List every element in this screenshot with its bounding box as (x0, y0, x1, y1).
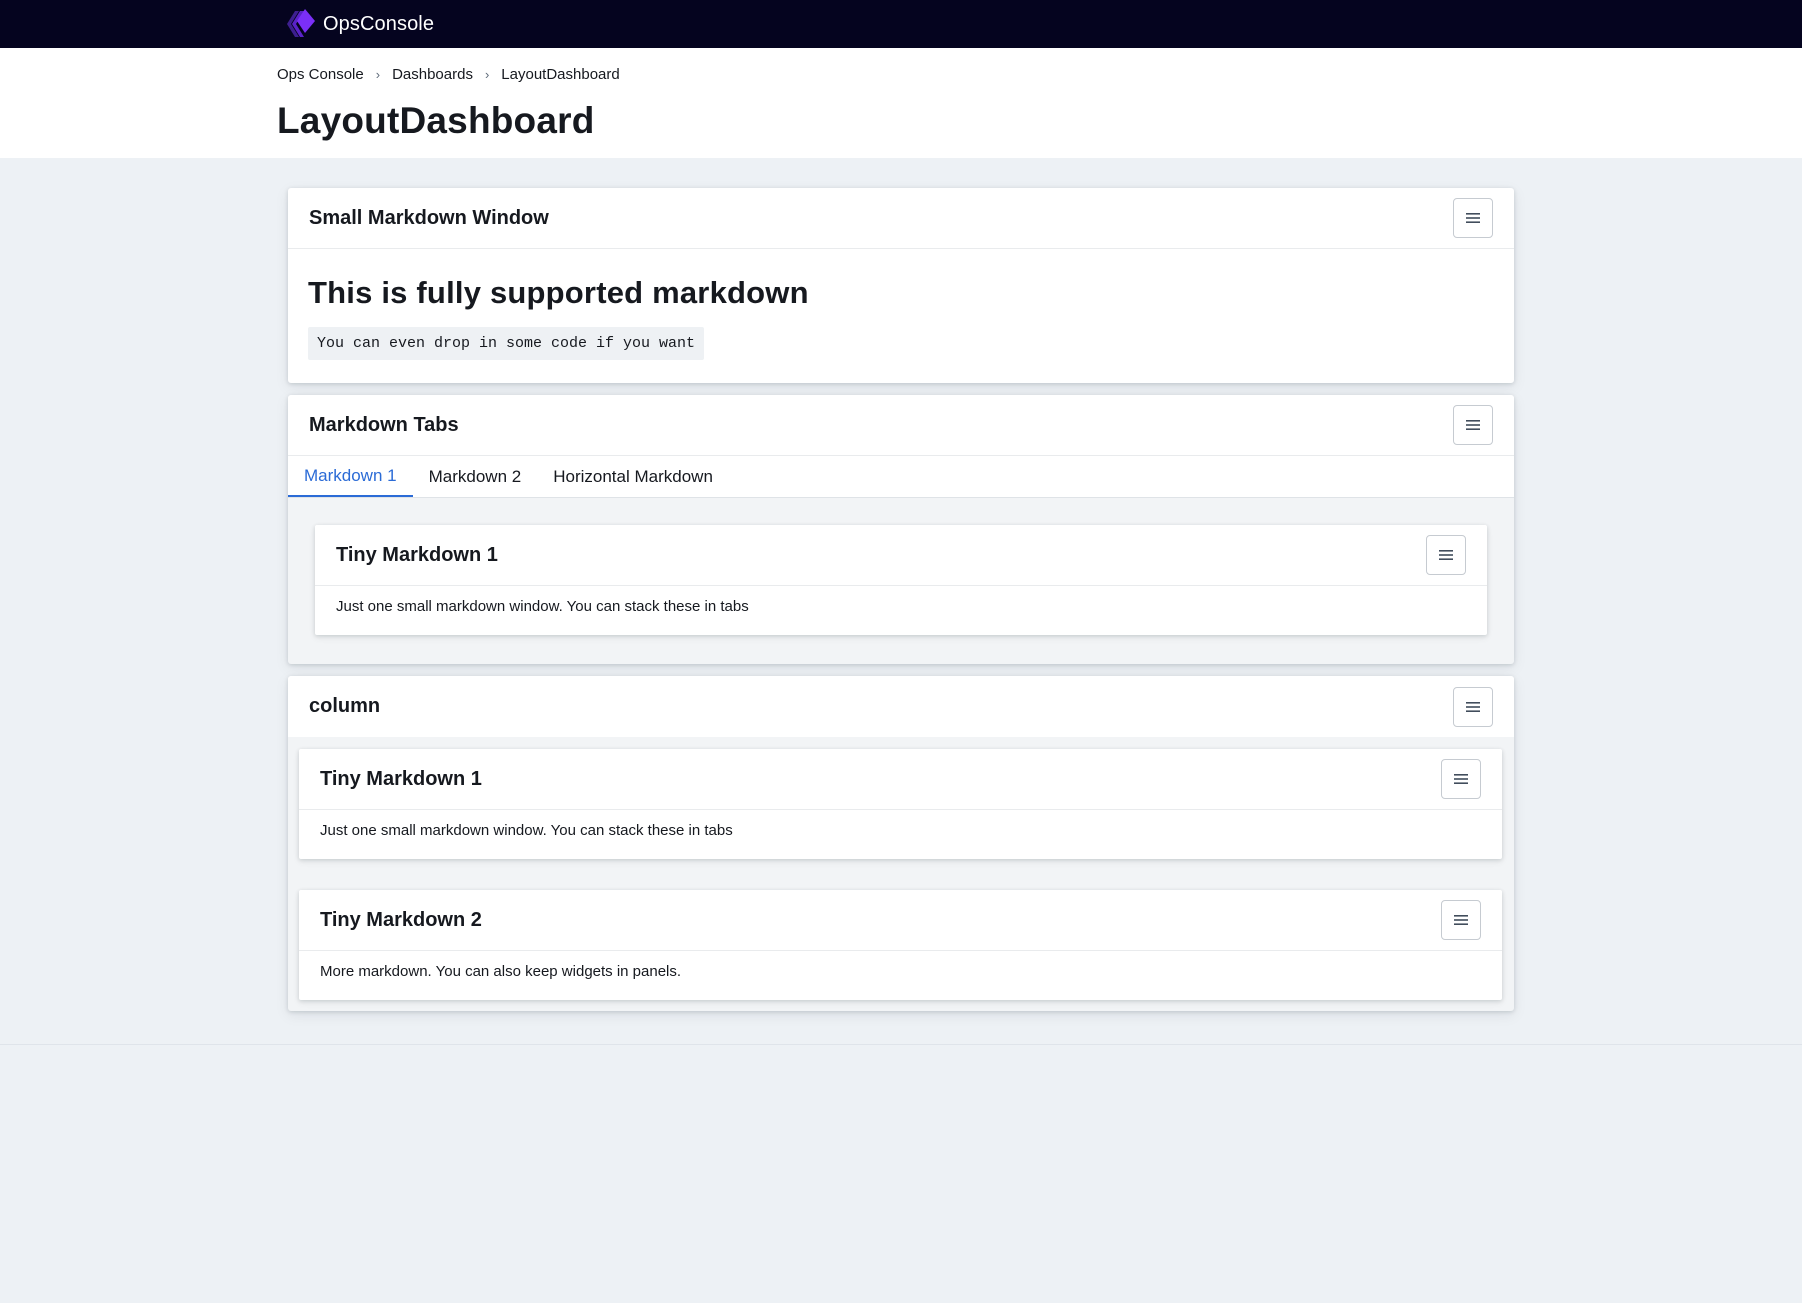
top-navigation-bar: OpsConsole (0, 0, 1802, 48)
breadcrumb: Ops Console › Dashboards › LayoutDashboa… (277, 64, 1802, 84)
card-menu-button[interactable] (1441, 759, 1481, 799)
card-header: Tiny Markdown 1 (315, 525, 1487, 586)
tab-horizontal-markdown[interactable]: Horizontal Markdown (537, 456, 729, 497)
page-header: Ops Console › Dashboards › LayoutDashboa… (0, 48, 1802, 158)
column-panel: column Tiny Markdown 1 Just one small ma… (288, 676, 1514, 1011)
card-title: Tiny Markdown 2 (320, 908, 482, 931)
card-title: Tiny Markdown 1 (336, 543, 498, 566)
tiny-markdown-1-card: Tiny Markdown 1 Just one small markdown … (299, 749, 1502, 859)
panel-menu-button[interactable] (1453, 198, 1493, 238)
markdown-tabs-panel: Markdown Tabs Markdown 1 Markdown 2 Hori… (288, 395, 1514, 664)
card-header: Tiny Markdown 1 (299, 749, 1502, 810)
panel-title: Small Markdown Window (309, 206, 549, 229)
breadcrumb-ops-console[interactable]: Ops Console (277, 66, 364, 83)
panel-title: Markdown Tabs (309, 413, 459, 436)
hamburger-menu-icon (1454, 915, 1468, 925)
tiny-markdown-2-card: Tiny Markdown 2 More markdown. You can a… (299, 890, 1502, 1000)
card-header: Tiny Markdown 2 (299, 890, 1502, 951)
card-menu-button[interactable] (1441, 900, 1481, 940)
card-text: Just one small markdown window. You can … (336, 598, 749, 615)
hamburger-menu-icon (1466, 213, 1480, 223)
tab-markdown-1[interactable]: Markdown 1 (288, 456, 413, 497)
hamburger-menu-icon (1466, 420, 1480, 430)
card-menu-button[interactable] (1426, 535, 1466, 575)
card-text: More markdown. You can also keep widgets… (320, 963, 682, 980)
panel-header: Small Markdown Window (288, 188, 1514, 249)
tab-markdown-2[interactable]: Markdown 2 (413, 456, 538, 497)
markdown-body: This is fully supported markdown You can… (288, 249, 1514, 360)
panel-header: column (288, 676, 1514, 737)
tiny-markdown-1-card: Tiny Markdown 1 Just one small markdown … (315, 525, 1487, 635)
breadcrumb-separator-icon: › (484, 66, 490, 82)
breadcrumb-dashboards[interactable]: Dashboards (392, 66, 473, 83)
breadcrumb-current-page: LayoutDashboard (501, 65, 620, 83)
opsconsole-logo-icon (287, 9, 315, 37)
panel-header: Markdown Tabs (288, 395, 1514, 456)
card-title: Tiny Markdown 1 (320, 767, 482, 790)
panel-title: column (309, 695, 381, 717)
panel-menu-button[interactable] (1453, 405, 1493, 445)
markdown-heading: This is fully supported markdown (308, 275, 809, 310)
panel-menu-button[interactable] (1453, 686, 1493, 727)
breadcrumb-separator-icon: › (375, 66, 381, 82)
brand-home-link[interactable]: OpsConsole (277, 7, 434, 41)
tab-bar: Markdown 1 Markdown 2 Horizontal Markdow… (288, 456, 1514, 498)
hamburger-menu-icon (1466, 701, 1480, 712)
small-markdown-panel: Small Markdown Window This is fully supp… (288, 188, 1514, 383)
markdown-code-block: You can even drop in some code if you wa… (308, 327, 705, 360)
hamburger-menu-icon (1439, 550, 1453, 560)
page-title: LayoutDashboard (277, 100, 595, 141)
card-text: Just one small markdown window. You can … (320, 822, 733, 839)
dashboard-content: Small Markdown Window This is fully supp… (0, 158, 1802, 1045)
hamburger-menu-icon (1454, 774, 1468, 784)
app-name: OpsConsole (323, 12, 435, 35)
